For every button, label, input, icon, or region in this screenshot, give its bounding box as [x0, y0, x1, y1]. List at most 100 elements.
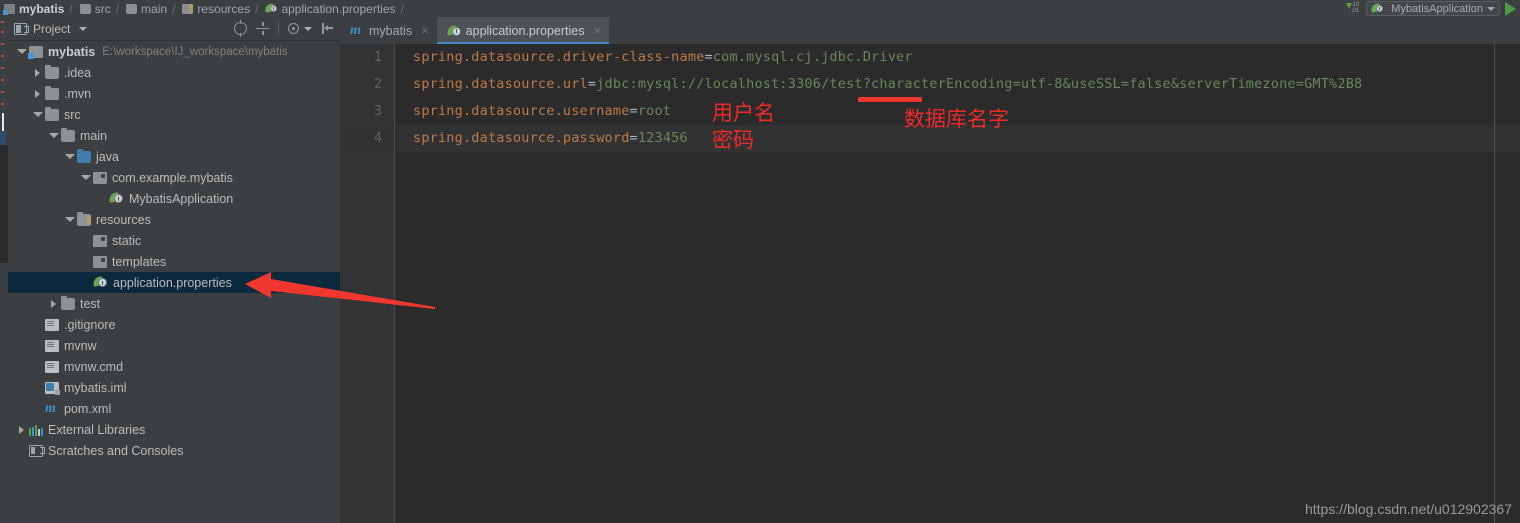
chevron-down-icon[interactable]: [48, 130, 59, 141]
tree-spacer: [32, 319, 43, 330]
settings-gear-group[interactable]: [288, 23, 312, 34]
project-panel-header: Project: [8, 17, 340, 41]
breadcrumb-label: src: [95, 2, 111, 16]
breadcrumb-item-src[interactable]: src: [76, 0, 113, 17]
folder-icon: [61, 130, 75, 142]
folder-icon: [45, 109, 59, 121]
code-line[interactable]: spring.datasource.url=jdbc:mysql://local…: [396, 71, 1520, 98]
maven-pom-icon: m: [350, 25, 364, 37]
tree-row[interactable]: static: [8, 230, 340, 251]
breadcrumb-separator: /: [113, 2, 122, 16]
chevron-right-icon[interactable]: [48, 298, 59, 309]
breadcrumb-item-main[interactable]: main: [122, 0, 169, 17]
tree-row[interactable]: src: [8, 104, 340, 125]
property-equals: =: [630, 130, 638, 146]
maven-pom-icon: m: [45, 403, 59, 415]
database-name-underline: [858, 97, 922, 102]
tree-row-label: .idea: [64, 66, 91, 80]
property-value: com.mysql.cj.jdbc.Driver: [713, 49, 913, 65]
project-icon: [14, 23, 27, 35]
close-icon[interactable]: ×: [421, 23, 429, 38]
chevron-down-icon[interactable]: [80, 172, 91, 183]
line-number: 2: [340, 71, 394, 98]
breadcrumb-item-mybatis[interactable]: mybatis: [0, 0, 66, 17]
project-panel-actions: [234, 22, 340, 35]
collapse-all-icon[interactable]: [256, 22, 269, 35]
code-line[interactable]: spring.datasource.driver-class-name=com.…: [396, 44, 1520, 71]
tree-row[interactable]: mybatis.iml: [8, 377, 340, 398]
tree-row[interactable]: mvnw.cmd: [8, 356, 340, 377]
run-configuration-label: MybatisApplication: [1391, 3, 1483, 15]
tree-row[interactable]: java: [8, 146, 340, 167]
tree-row[interactable]: mybatis E:\workspace\IJ_workspace\mybatis: [8, 41, 340, 62]
chevron-down-icon[interactable]: [16, 46, 27, 57]
breadcrumb-item-resources[interactable]: resources: [178, 0, 252, 17]
editor-tab-label: application.properties: [466, 24, 585, 38]
project-panel-title-group[interactable]: Project: [14, 22, 87, 36]
run-toolbar: 10 01 MybatisApplication: [1345, 0, 1520, 17]
breadcrumb-label: resources: [197, 2, 250, 16]
tree-row[interactable]: resources: [8, 209, 340, 230]
tree-row[interactable]: Scratches and Consoles: [8, 440, 340, 461]
property-key: spring.datasource.driver-class-name: [413, 49, 704, 65]
tree-row[interactable]: External Libraries: [8, 419, 340, 440]
tree-row-label: mybatis: [48, 45, 95, 59]
scroll-from-source-icon[interactable]: [234, 22, 247, 35]
module-icon: [4, 4, 15, 14]
chevron-down-icon[interactable]: [64, 151, 75, 162]
tree-row-label: mvnw: [64, 339, 97, 353]
settings-gear-icon[interactable]: [288, 23, 299, 34]
tree-row-label: resources: [96, 213, 151, 227]
chevron-right-icon[interactable]: [32, 67, 43, 78]
tree-spacer: [80, 277, 91, 288]
tree-row[interactable]: com.example.mybatis: [8, 167, 340, 188]
editor-tab[interactable]: m mybatis ×: [340, 17, 437, 44]
tree-spacer: [80, 256, 91, 267]
breadcrumb: mybatis / src / main / resources / appli…: [0, 0, 1520, 17]
annotation-password: 密码: [712, 130, 754, 151]
pointer-arrow: [245, 268, 435, 313]
tree-row-label: src: [64, 108, 81, 122]
tree-spacer: [96, 193, 107, 204]
tree-row[interactable]: .idea: [8, 62, 340, 83]
chevron-right-icon[interactable]: [32, 88, 43, 99]
tree-spacer: [80, 235, 91, 246]
chevron-down-icon[interactable]: [32, 109, 43, 120]
property-key: spring.datasource.password: [413, 130, 630, 146]
folder-icon: [126, 4, 137, 14]
breadcrumb-separator: /: [398, 2, 407, 16]
tree-row-label: External Libraries: [48, 423, 145, 437]
tree-row[interactable]: .gitignore: [8, 314, 340, 335]
chevron-down-icon[interactable]: [79, 27, 87, 31]
property-equals: =: [588, 76, 596, 92]
chevron-down-icon[interactable]: [1487, 7, 1495, 11]
tree-row[interactable]: MybatisApplication: [8, 188, 340, 209]
chevron-down-icon[interactable]: [304, 27, 312, 31]
run-configuration-selector[interactable]: MybatisApplication: [1366, 1, 1500, 16]
line-number: 4: [340, 125, 394, 152]
breadcrumb-item-application-properties[interactable]: application.properties: [261, 0, 397, 17]
hide-panel-icon[interactable]: [321, 22, 334, 35]
tree-row-label: .mvn: [64, 87, 91, 101]
tree-row-label: .gitignore: [64, 318, 115, 332]
annotation-username: 用户名: [712, 103, 775, 124]
tree-row[interactable]: main: [8, 125, 340, 146]
tree-row[interactable]: mvnw: [8, 335, 340, 356]
chevron-right-icon[interactable]: [16, 424, 27, 435]
download-icon[interactable]: 10 01: [1345, 2, 1361, 15]
spring-boot-icon: [1371, 3, 1383, 14]
folder-icon: [80, 4, 91, 14]
tree-spacer: [32, 361, 43, 372]
tree-row[interactable]: .mvn: [8, 83, 340, 104]
folder-icon: [45, 67, 59, 79]
tree-row-label: templates: [112, 255, 166, 269]
tree-spacer: [16, 445, 27, 456]
editor-tab[interactable]: application.properties ×: [437, 17, 609, 44]
tree-row[interactable]: m pom.xml: [8, 398, 340, 419]
file-icon: [45, 340, 59, 352]
property-value: root: [638, 103, 671, 119]
run-play-icon[interactable]: [1505, 2, 1516, 16]
close-icon[interactable]: ×: [594, 23, 602, 38]
spring-properties-icon: [447, 25, 461, 37]
chevron-down-icon[interactable]: [64, 214, 75, 225]
